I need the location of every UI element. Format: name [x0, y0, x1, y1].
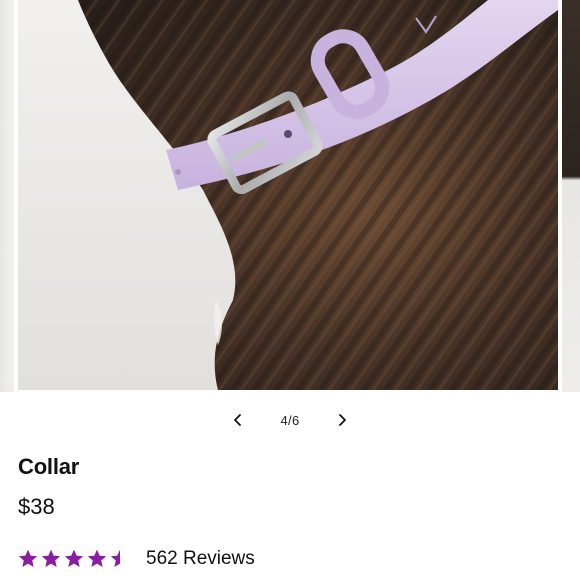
- product-image-carousel[interactable]: [0, 0, 580, 392]
- next-slide-peek[interactable]: [562, 0, 580, 392]
- chevron-left-icon: [234, 414, 241, 426]
- rating-summary: 562 Reviews: [17, 546, 255, 572]
- star-full-icon: [87, 549, 107, 567]
- star-half-icon: [110, 549, 130, 567]
- star-full-icon: [41, 549, 61, 567]
- product-page: 4/6 Collar $38 562 Reviews: [0, 0, 580, 580]
- reviews-link[interactable]: 562 Reviews: [146, 548, 255, 570]
- product-image[interactable]: [18, 0, 558, 390]
- star-rating[interactable]: [17, 548, 131, 570]
- chevron-right-icon: [339, 414, 346, 426]
- carousel-pager: 4/6: [0, 404, 580, 436]
- previous-image-button[interactable]: [222, 404, 254, 436]
- product-title: Collar: [18, 454, 80, 479]
- image-counter: 4/6: [280, 412, 300, 428]
- star-full-icon: [64, 549, 84, 567]
- star-full-icon: [18, 549, 38, 567]
- previous-slide-peek[interactable]: [0, 0, 14, 392]
- next-image-button[interactable]: [326, 404, 358, 436]
- dog-collar-photo: [18, 0, 558, 390]
- product-price: $38: [18, 494, 55, 519]
